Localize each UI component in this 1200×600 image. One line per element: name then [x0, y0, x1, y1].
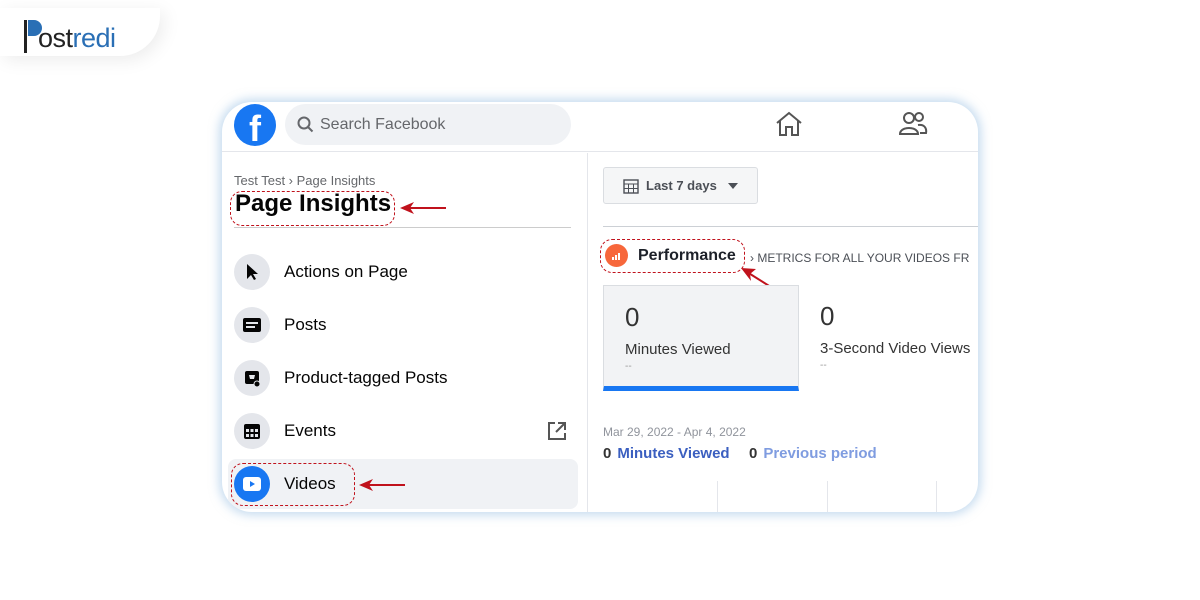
sidebar-item-label: Actions on Page [284, 262, 408, 281]
postredi-logo: ostredi [24, 20, 116, 54]
friends-icon[interactable] [898, 110, 928, 138]
metric-label: Minutes Viewed [625, 341, 731, 358]
calendar-icon [623, 179, 639, 194]
sidebar: Test Test › Page Insights Page Insights … [222, 153, 588, 512]
sidebar-item-label: Events [284, 421, 336, 440]
external-link-icon[interactable] [546, 420, 568, 442]
annotation-arrow-icon [359, 479, 405, 491]
sidebar-item-product-tagged-posts[interactable]: Product-tagged Posts [228, 353, 578, 403]
date-range-text: Mar 29, 2022 - Apr 4, 2022 [603, 425, 746, 439]
divider [603, 226, 978, 227]
chart-gridline [717, 481, 718, 512]
metric-label: 3-Second Video Views [820, 340, 971, 357]
sidebar-item-label: Posts [284, 315, 327, 334]
section-subtitle: › METRICS FOR ALL YOUR VIDEOS FR [750, 251, 970, 265]
calendar-icon [234, 413, 270, 449]
cursor-icon [234, 254, 270, 290]
annotation-highlight [600, 239, 745, 273]
sidebar-item-actions-on-page[interactable]: Actions on Page [228, 247, 578, 297]
search-placeholder: Search Facebook [320, 116, 446, 133]
search-icon [297, 116, 314, 133]
tag-icon [234, 360, 270, 396]
insights-main: Last 7 days Performance › METRICS FOR AL… [589, 153, 978, 512]
metric-value: 0 [820, 301, 835, 331]
date-range-dropdown[interactable]: Last 7 days [603, 167, 758, 204]
divider [234, 227, 571, 228]
metric-value: 0 [625, 302, 640, 332]
legend-minutes-viewed[interactable]: 0 Minutes Viewed [603, 445, 730, 462]
chart-gridline [827, 481, 828, 512]
annotation-highlight [230, 191, 395, 226]
annotation-arrow-icon [400, 202, 446, 214]
posts-icon [234, 307, 270, 343]
facebook-logo[interactable]: f [234, 104, 276, 146]
metric-minutes-viewed[interactable]: 0 Minutes Viewed -- [603, 285, 799, 391]
metric-delta: -- [820, 360, 827, 371]
chart-gridline [936, 481, 937, 512]
home-icon[interactable] [774, 110, 804, 138]
metric-delta: -- [625, 361, 632, 372]
sidebar-item-posts[interactable]: Posts [228, 300, 578, 350]
sidebar-item-events[interactable]: Events [228, 406, 578, 456]
date-range-label: Last 7 days [646, 178, 717, 193]
search-input[interactable]: Search Facebook [285, 104, 571, 145]
top-bar: f Search Facebook [222, 102, 978, 152]
sidebar-item-label: Product-tagged Posts [284, 368, 448, 387]
legend-previous-period[interactable]: 0 Previous period [749, 445, 877, 462]
facebook-window: f Search Facebook Test Test › Page Insig… [222, 102, 978, 512]
logo-tab: ostredi [0, 8, 160, 56]
breadcrumb[interactable]: Test Test › Page Insights [234, 173, 375, 188]
chevron-down-icon [728, 183, 738, 189]
annotation-highlight [231, 463, 355, 506]
metric-3-second-views[interactable]: 0 3-Second Video Views -- [799, 285, 978, 391]
